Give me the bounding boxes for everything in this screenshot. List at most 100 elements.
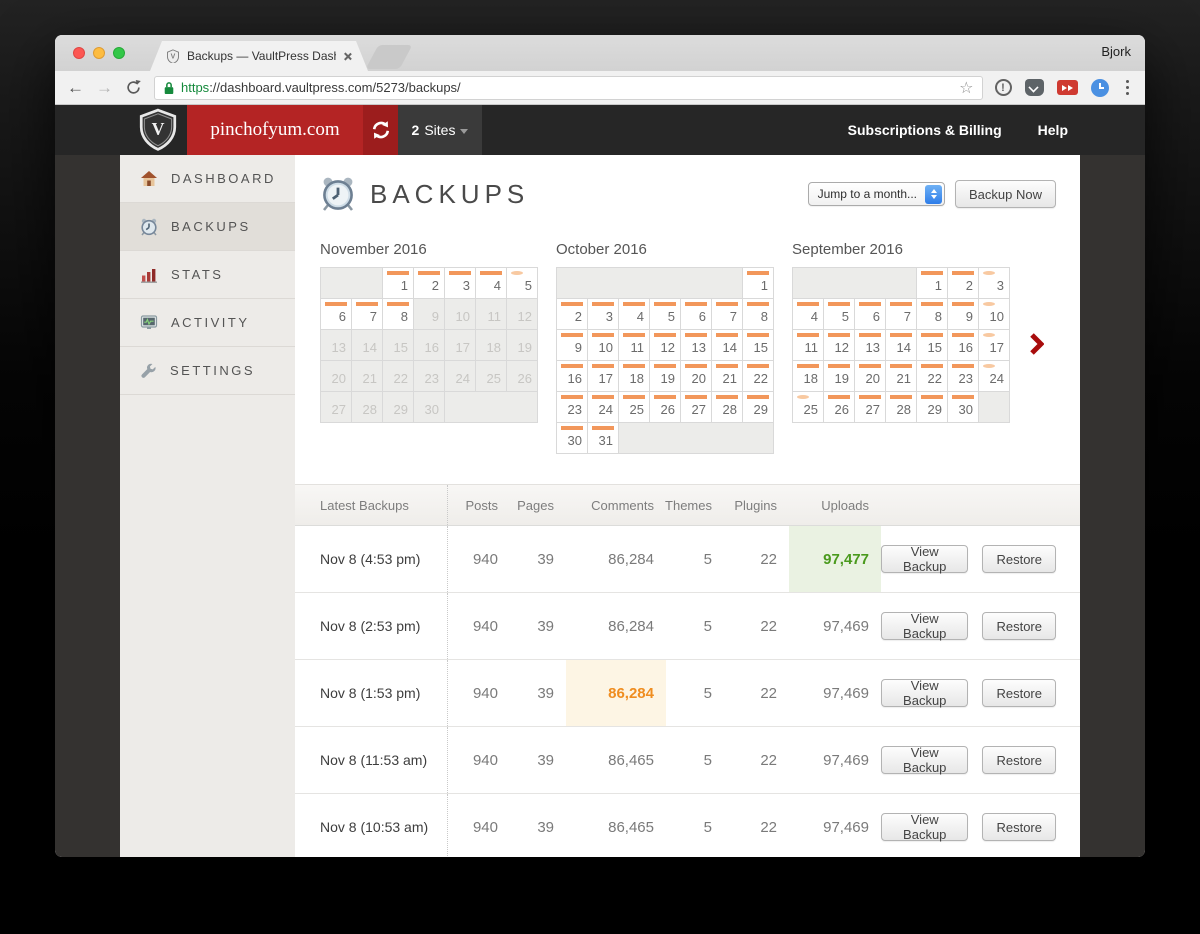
calendar-day-with-backup[interactable]: 7 <box>886 299 916 329</box>
view-backup-button[interactable]: View Backup <box>881 812 969 842</box>
close-window-button[interactable] <box>73 47 85 59</box>
browser-menu-icon[interactable] <box>1122 79 1134 96</box>
calendar-day-with-backup[interactable]: 14 <box>712 330 742 360</box>
calendar-day-with-backup[interactable]: 25 <box>619 392 649 422</box>
calendar-day-with-backup[interactable]: 1 <box>383 268 413 298</box>
calendar-day-with-backup[interactable]: 13 <box>855 330 885 360</box>
calendar-day-with-backup[interactable]: 17 <box>979 330 1009 360</box>
calendar-day-with-backup[interactable]: 6 <box>321 299 351 329</box>
sites-dropdown[interactable]: 2 Sites <box>398 105 482 155</box>
zoom-window-button[interactable] <box>113 47 125 59</box>
calendar-day-with-backup[interactable]: 19 <box>824 361 854 391</box>
calendar-day-with-backup[interactable]: 26 <box>650 392 680 422</box>
calendar-day-with-backup[interactable]: 6 <box>681 299 711 329</box>
view-backup-button[interactable]: View Backup <box>881 678 969 708</box>
sidebar-item-dashboard[interactable]: DASHBOARD <box>120 155 295 203</box>
calendar-day-with-backup[interactable]: 8 <box>743 299 773 329</box>
calendar-day-with-backup[interactable]: 8 <box>917 299 947 329</box>
calendar-day-with-backup[interactable]: 7 <box>352 299 382 329</box>
calendar-day-with-backup[interactable]: 21 <box>886 361 916 391</box>
calendar-day-with-backup[interactable]: 4 <box>476 268 506 298</box>
calendar-day-with-backup[interactable]: 18 <box>793 361 823 391</box>
vaultpress-logo-icon[interactable]: V <box>135 108 181 152</box>
calendar-day-with-backup[interactable]: 29 <box>743 392 773 422</box>
sidebar-item-backups[interactable]: BACKUPS <box>120 203 295 251</box>
calendar-day-with-backup[interactable]: 28 <box>886 392 916 422</box>
view-backup-button[interactable]: View Backup <box>881 544 969 574</box>
sidebar-item-activity[interactable]: ACTIVITY <box>120 299 295 347</box>
reload-icon[interactable] <box>125 79 142 96</box>
calendar-day-with-backup[interactable]: 4 <box>793 299 823 329</box>
calendar-day-with-backup[interactable]: 29 <box>917 392 947 422</box>
restore-button[interactable]: Restore <box>982 679 1056 707</box>
calendar-day-with-backup[interactable]: 5 <box>824 299 854 329</box>
calendar-day-with-backup[interactable]: 23 <box>948 361 978 391</box>
calendar-day-with-backup[interactable]: 11 <box>793 330 823 360</box>
tab-close-icon[interactable] <box>343 52 352 61</box>
calendar-day-with-backup[interactable]: 30 <box>948 392 978 422</box>
calendar-day-with-backup[interactable]: 16 <box>557 361 587 391</box>
calendar-day-with-backup[interactable]: 20 <box>855 361 885 391</box>
calendar-day-with-backup[interactable]: 10 <box>588 330 618 360</box>
bookmark-star-icon[interactable]: ☆ <box>959 78 973 98</box>
view-backup-button[interactable]: View Backup <box>881 611 969 641</box>
calendar-day-with-backup[interactable]: 22 <box>917 361 947 391</box>
next-month-chevron-icon[interactable] <box>1029 333 1044 355</box>
history-extension-icon[interactable] <box>1090 78 1109 97</box>
backup-now-button[interactable]: Backup Now <box>955 180 1056 208</box>
calendar-day-with-backup[interactable]: 1 <box>743 268 773 298</box>
calendar-day-with-backup[interactable]: 18 <box>619 361 649 391</box>
calendar-day-with-backup[interactable]: 14 <box>886 330 916 360</box>
calendar-day-with-backup[interactable]: 15 <box>743 330 773 360</box>
calendar-day-with-backup[interactable]: 21 <box>712 361 742 391</box>
calendar-day-with-backup[interactable]: 2 <box>414 268 444 298</box>
forward-icon[interactable]: → <box>96 79 113 96</box>
calendar-day-with-backup[interactable]: 9 <box>948 299 978 329</box>
calendar-day-with-backup[interactable]: 24 <box>588 392 618 422</box>
back-icon[interactable]: ← <box>67 79 84 96</box>
calendar-day-with-backup[interactable]: 3 <box>588 299 618 329</box>
calendar-day-with-backup[interactable]: 13 <box>681 330 711 360</box>
view-backup-button[interactable]: View Backup <box>881 745 969 775</box>
sidebar-item-settings[interactable]: SETTINGS <box>120 347 295 395</box>
calendar-day-with-backup[interactable]: 12 <box>824 330 854 360</box>
restore-button[interactable]: Restore <box>982 813 1056 841</box>
calendar-day-with-backup[interactable]: 23 <box>557 392 587 422</box>
restore-button[interactable]: Restore <box>982 545 1056 573</box>
calendar-day-with-backup[interactable]: 5 <box>507 268 537 298</box>
calendar-day-with-backup[interactable]: 30 <box>557 423 587 453</box>
browser-tab[interactable]: V Backups — VaultPress Dashbo <box>150 41 368 71</box>
restore-button[interactable]: Restore <box>982 612 1056 640</box>
calendar-day-with-backup[interactable]: 16 <box>948 330 978 360</box>
url-bar[interactable]: https://dashboard.vaultpress.com/5273/ba… <box>154 75 983 100</box>
calendar-day-with-backup[interactable]: 9 <box>557 330 587 360</box>
calendar-day-with-backup[interactable]: 22 <box>743 361 773 391</box>
calendar-day-with-backup[interactable]: 3 <box>445 268 475 298</box>
calendar-day-with-backup[interactable]: 31 <box>588 423 618 453</box>
calendar-day-with-backup[interactable]: 1 <box>917 268 947 298</box>
calendar-day-with-backup[interactable]: 28 <box>712 392 742 422</box>
calendar-day-with-backup[interactable]: 3 <box>979 268 1009 298</box>
sidebar-item-stats[interactable]: STATS <box>120 251 295 299</box>
calendar-day-with-backup[interactable]: 5 <box>650 299 680 329</box>
calendar-day-with-backup[interactable]: 10 <box>979 299 1009 329</box>
calendar-day-with-backup[interactable]: 11 <box>619 330 649 360</box>
calendar-day-with-backup[interactable]: 17 <box>588 361 618 391</box>
calendar-day-with-backup[interactable]: 15 <box>917 330 947 360</box>
calendar-day-with-backup[interactable]: 20 <box>681 361 711 391</box>
calendar-day-with-backup[interactable]: 6 <box>855 299 885 329</box>
month-select[interactable]: Jump to a month... <box>807 182 946 206</box>
sync-site-button[interactable] <box>363 105 398 155</box>
minimize-window-button[interactable] <box>93 47 105 59</box>
calendar-day-with-backup[interactable]: 27 <box>855 392 885 422</box>
calendar-day-with-backup[interactable]: 7 <box>712 299 742 329</box>
calendar-day-with-backup[interactable]: 27 <box>681 392 711 422</box>
current-site-button[interactable]: pinchofyum.com <box>187 105 363 155</box>
calendar-day-with-backup[interactable]: 8 <box>383 299 413 329</box>
restore-button[interactable]: Restore <box>982 746 1056 774</box>
calendar-day-with-backup[interactable]: 26 <box>824 392 854 422</box>
calendar-day-with-backup[interactable]: 12 <box>650 330 680 360</box>
info-extension-icon[interactable]: ! <box>994 79 1012 96</box>
help-link[interactable]: Help <box>1038 122 1068 138</box>
calendar-day-with-backup[interactable]: 2 <box>948 268 978 298</box>
